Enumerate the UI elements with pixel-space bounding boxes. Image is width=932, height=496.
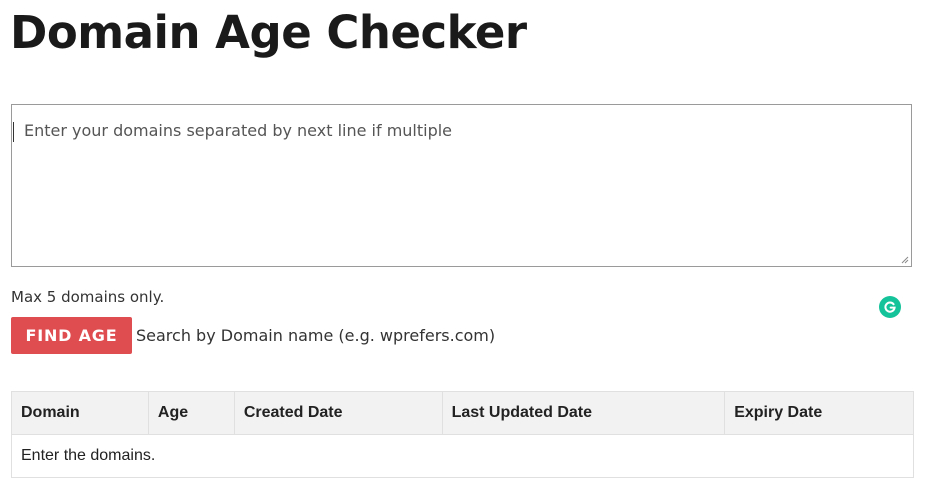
find-age-button[interactable]: FIND AGE — [11, 317, 132, 354]
search-hint: Search by Domain name (e.g. wprefers.com… — [136, 326, 496, 345]
results-table: Domain Age Created Date Last Updated Dat… — [11, 391, 914, 478]
empty-message: Enter the domains. — [11, 434, 914, 478]
header-last-updated-date: Last Updated Date — [441, 391, 726, 435]
header-expiry-date: Expiry Date — [724, 391, 914, 435]
max-domains-note: Max 5 domains only. — [11, 288, 165, 306]
text-caret — [13, 122, 14, 142]
header-created-date: Created Date — [233, 391, 443, 435]
domain-age-checker-page: Domain Age Checker Max 5 domains only. F… — [0, 0, 932, 496]
table-row: Enter the domains. — [11, 434, 914, 478]
resize-grip-icon[interactable] — [901, 256, 909, 264]
domains-input-container[interactable] — [11, 104, 912, 318]
page-title: Domain Age Checker — [10, 6, 527, 59]
header-age: Age — [147, 391, 235, 435]
grammarly-icon[interactable] — [879, 296, 901, 318]
table-header-row: Domain Age Created Date Last Updated Dat… — [11, 391, 914, 435]
header-domain: Domain — [11, 391, 149, 435]
domains-input[interactable] — [12, 105, 911, 266]
